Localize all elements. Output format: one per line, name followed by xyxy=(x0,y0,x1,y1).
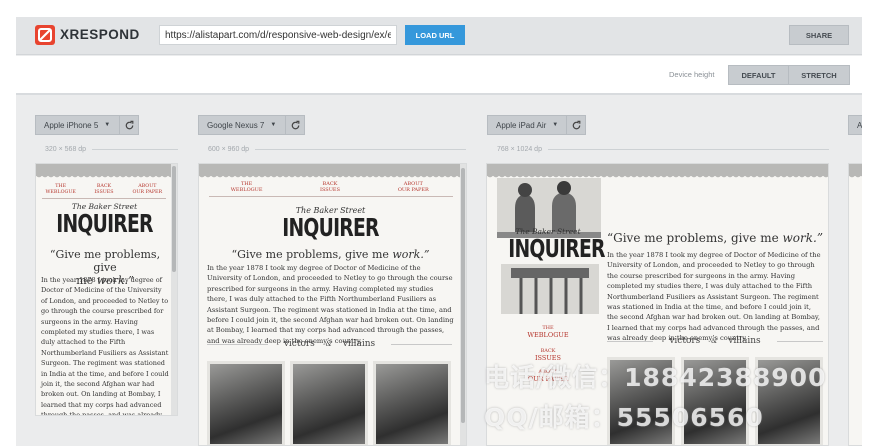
watermark-phone: 电话/微信：18842388900 xyxy=(484,363,827,392)
xrespond-logo-icon xyxy=(35,25,55,45)
device-height-label: Device height xyxy=(669,70,715,79)
device-name: A xyxy=(857,120,862,130)
illustration-chair xyxy=(501,264,599,314)
watermark-email: QQ/邮箱：55506560 xyxy=(484,403,764,432)
nav-about[interactable]: ABOUT OUR PAPER xyxy=(383,181,443,194)
victors-villains-heading: victors & villains xyxy=(207,339,452,349)
stretch-height-button[interactable]: STRETCH xyxy=(788,65,850,85)
nav-weblogue[interactable]: THE WEBLOGUE xyxy=(39,184,82,195)
device-select-partial[interactable]: A xyxy=(848,115,862,135)
rotate-icon xyxy=(572,120,580,129)
url-input[interactable] xyxy=(159,25,397,45)
nav-divider xyxy=(42,198,166,199)
pull-quote: “Give me problems, give me work.” xyxy=(231,248,430,261)
rotate-button-ipadair[interactable] xyxy=(567,115,586,135)
portrait-photo[interactable] xyxy=(207,361,285,445)
nav-weblogue[interactable]: THE WEBLOGUE xyxy=(217,181,277,194)
site-nav: THE WEBLOGUE BACK ISSUES ABOUT OUR PAPER xyxy=(39,184,169,195)
article-body: In the year 1878 I took my degree of Doc… xyxy=(207,264,454,345)
rotate-icon xyxy=(291,120,299,129)
device-header-ipadair: Apple iPad Air ▼ xyxy=(487,115,586,135)
device-select-ipadair[interactable]: Apple iPad Air ▼ xyxy=(487,115,567,135)
masthead-title: INQUIRER xyxy=(56,209,153,238)
dims-iphone5: 320 × 568 dp xyxy=(45,144,178,154)
device-select-nexus7[interactable]: Google Nexus 7 ▼ xyxy=(198,115,286,135)
dims-label: 768 × 1024 dp xyxy=(497,145,542,153)
article-body: In the year 1878 I took my degree of Doc… xyxy=(607,251,821,343)
dims-nexus7: 600 × 960 dp xyxy=(208,144,466,154)
article-body: In the year 1878 I took my degree of Doc… xyxy=(41,276,169,416)
nav-weblogue[interactable]: THE WEBLOGUE xyxy=(518,325,578,339)
nav-divider xyxy=(209,196,453,197)
viewport-partial[interactable] xyxy=(848,163,862,446)
device-header-partial: A xyxy=(848,115,862,135)
app-name: XRESPOND xyxy=(60,27,140,42)
nav-back-issues[interactable]: BACK ISSUES xyxy=(300,181,360,194)
pull-quote: “Give me problems, give me work.” xyxy=(607,231,823,245)
default-height-button[interactable]: DEFAULT xyxy=(728,65,789,85)
rotate-icon xyxy=(125,120,133,129)
viewport-nexus7[interactable]: THE WEBLOGUE BACK ISSUES ABOUT OUR PAPER Th… xyxy=(198,163,467,446)
nav-about[interactable]: ABOUT OUR PAPER xyxy=(126,184,169,195)
site-nav: THE WEBLOGUE BACK ISSUES ABOUT OUR PAPER xyxy=(205,181,455,194)
portrait-photo[interactable] xyxy=(373,361,451,445)
viewport-iphone5[interactable]: THE WEBLOGUE BACK ISSUES ABOUT OUR PAPER Th… xyxy=(35,163,178,416)
device-header-iphone5: Apple iPhone 5 ▼ xyxy=(35,115,139,135)
device-name: Google Nexus 7 xyxy=(207,120,265,130)
load-url-button[interactable]: LOAD URL xyxy=(405,25,465,45)
dims-label: 320 × 568 dp xyxy=(45,145,87,153)
chevron-down-icon: ▼ xyxy=(552,122,559,128)
masthead-title: INQUIRER xyxy=(508,234,605,263)
portrait-photo[interactable] xyxy=(290,361,368,445)
rotate-button-nexus7[interactable] xyxy=(286,115,305,135)
chevron-down-icon: ▼ xyxy=(270,122,277,128)
device-name: Apple iPad Air xyxy=(496,120,547,130)
chair-illustration-icon xyxy=(511,268,589,314)
rotate-button-iphone5[interactable] xyxy=(120,115,139,135)
share-button[interactable]: SHARE xyxy=(789,25,849,45)
device-header-nexus7: Google Nexus 7 ▼ xyxy=(198,115,305,135)
top-toolbar: XRESPOND LOAD URL SHARE xyxy=(16,17,862,55)
dims-ipadair: 768 × 1024 dp xyxy=(497,144,829,154)
dims-label: 600 × 960 dp xyxy=(208,145,250,153)
nav-back-issues[interactable]: BACK ISSUES xyxy=(82,184,125,195)
victors-villains-heading: victors & villains xyxy=(607,336,823,346)
options-bar: Device height DEFAULT STRETCH xyxy=(16,56,862,95)
chevron-down-icon: ▼ xyxy=(104,122,111,128)
masthead-title: INQUIRER xyxy=(282,213,379,242)
device-select-iphone5[interactable]: Apple iPhone 5 ▼ xyxy=(35,115,120,135)
device-name: Apple iPhone 5 xyxy=(44,120,99,130)
